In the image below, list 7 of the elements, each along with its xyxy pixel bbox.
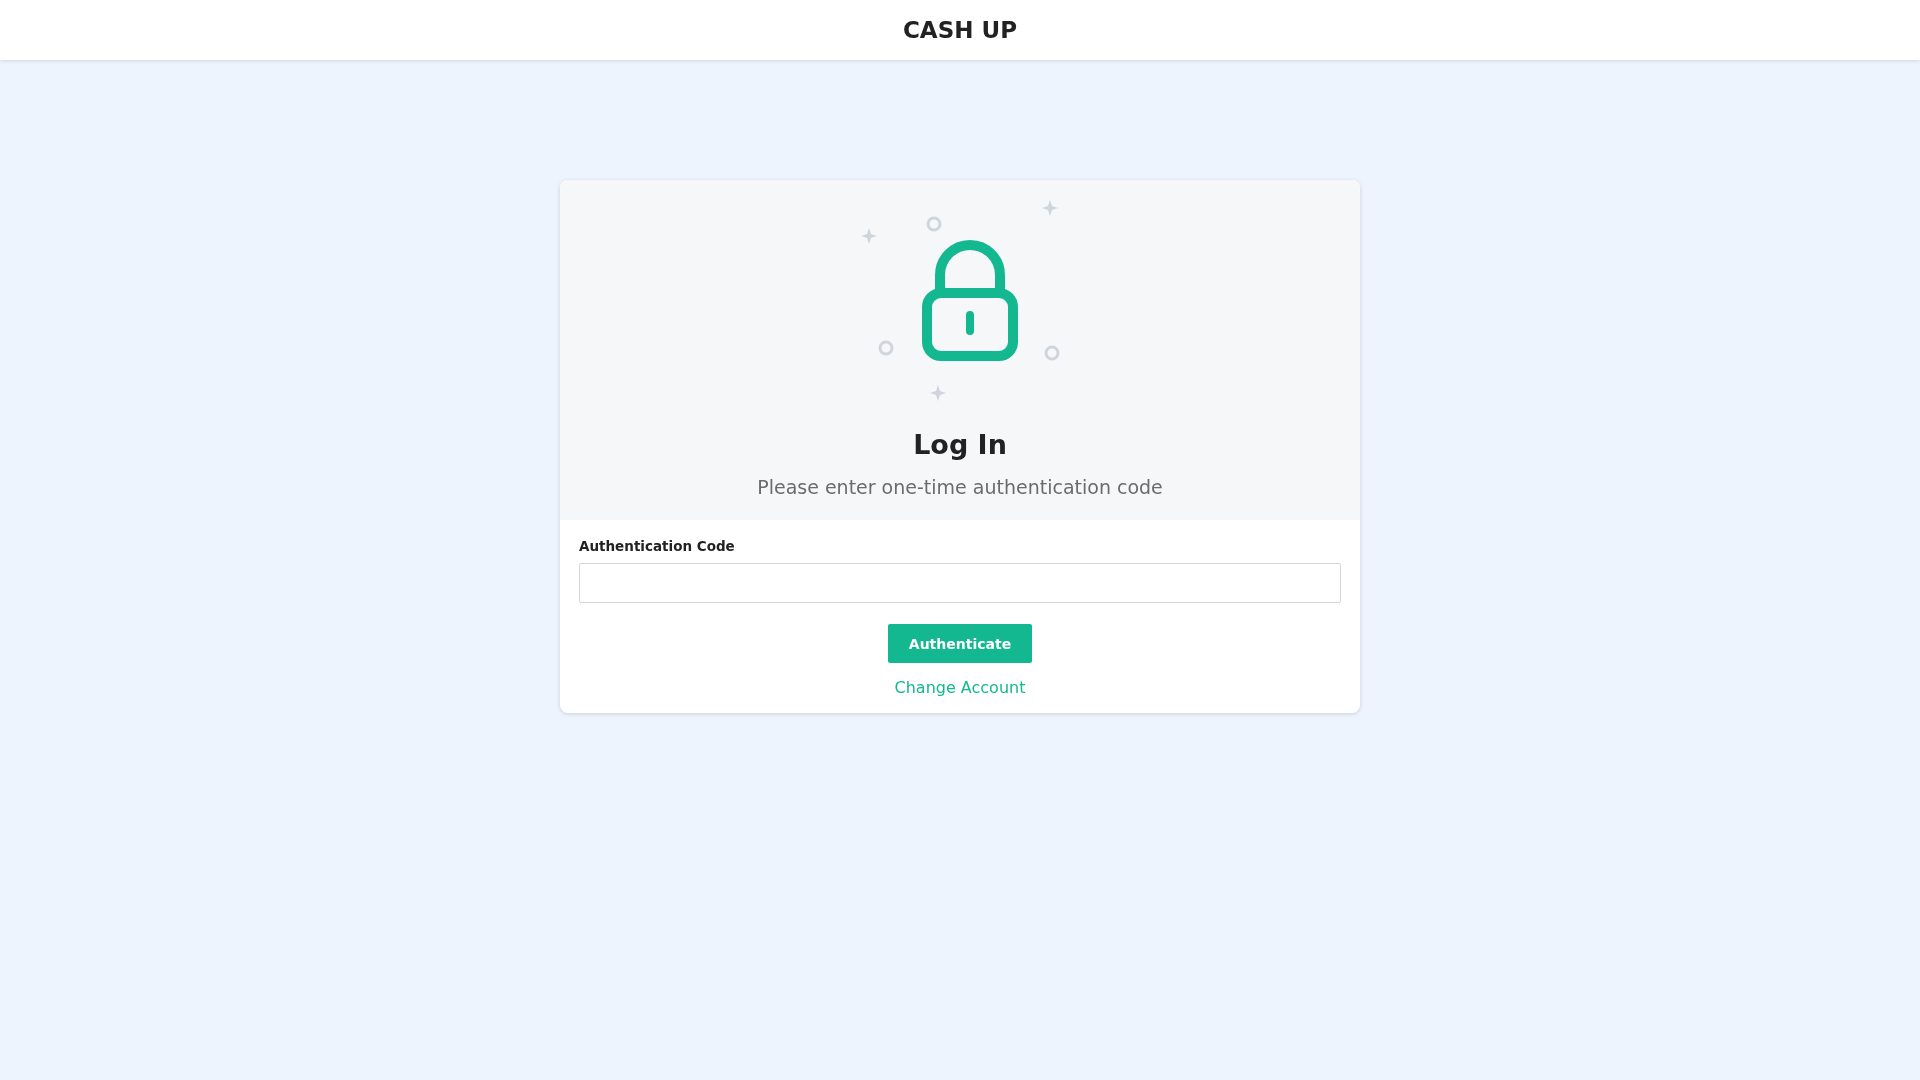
- authenticate-button[interactable]: Authenticate: [887, 624, 1033, 663]
- field-label: Authentication Code: [579, 538, 735, 554]
- change-account-link[interactable]: Change Account: [894, 678, 1026, 697]
- input-field[interactable]: [579, 563, 1341, 603]
- login-heading: Log In: [913, 429, 1007, 460]
- app-title: CASH UP: [902, 17, 1017, 43]
- login-subtitle: Please enter one-time authentication code: [757, 476, 1163, 498]
